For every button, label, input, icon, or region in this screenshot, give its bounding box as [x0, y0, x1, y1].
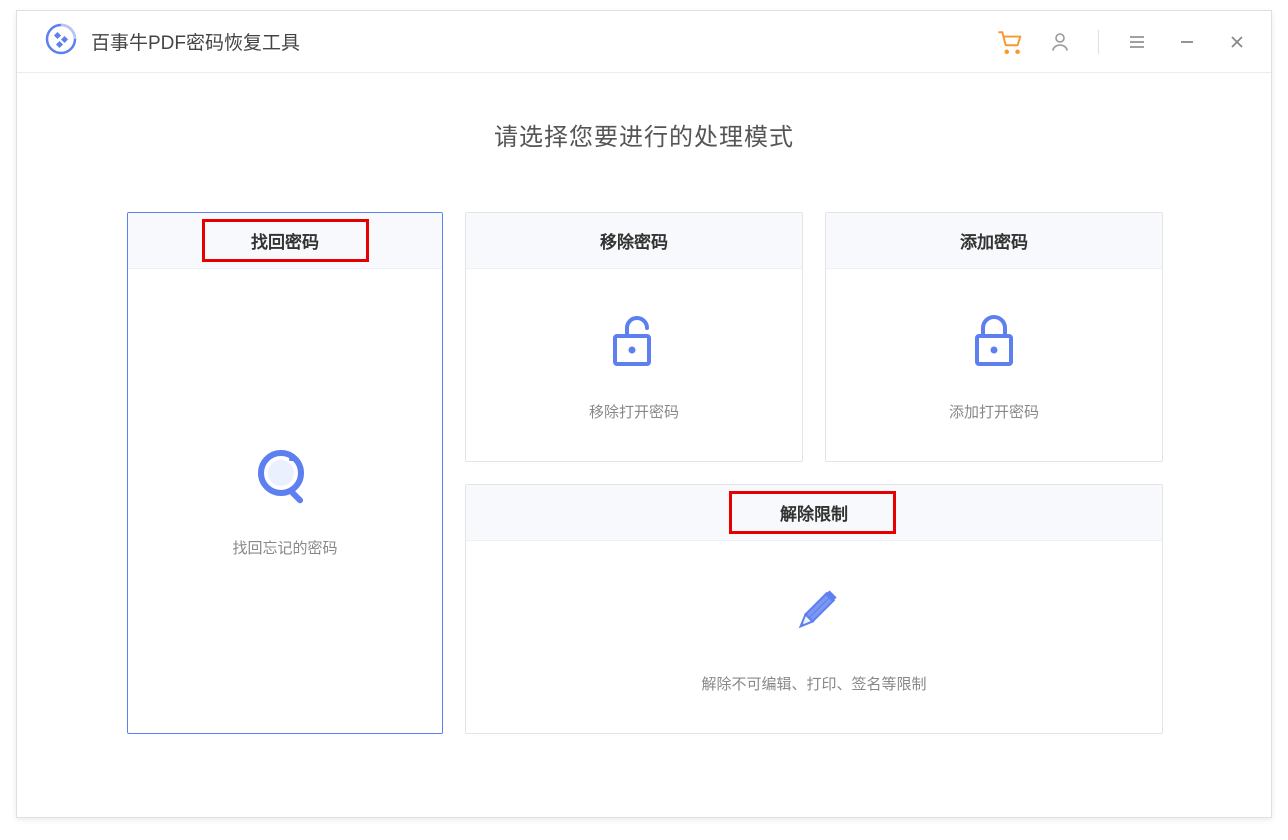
card-title: 解除限制 [780, 500, 848, 525]
close-button[interactable] [1223, 28, 1251, 56]
card-title: 添加密码 [960, 228, 1028, 253]
app-window: 百事牛PDF密码恢复工具 [16, 10, 1272, 818]
card-desc: 添加打开密码 [949, 401, 1039, 422]
titlebar-controls [996, 28, 1251, 56]
mode-grid: 找回密码 找回忘记的密码 [127, 212, 1161, 734]
search-icon [253, 445, 317, 509]
unlock-icon [607, 309, 661, 373]
card-header-remove: 移除密码 [466, 213, 802, 269]
user-icon[interactable] [1046, 28, 1074, 56]
card-title: 找回密码 [251, 228, 319, 253]
app-logo-icon [45, 23, 77, 60]
separator [1098, 30, 1099, 54]
card-header-add: 添加密码 [826, 213, 1162, 269]
app-title: 百事牛PDF密码恢复工具 [91, 28, 300, 55]
card-body: 移除打开密码 [466, 269, 802, 461]
menu-icon[interactable] [1123, 28, 1151, 56]
card-remove-password[interactable]: 移除密码 移除打开密码 [465, 212, 803, 462]
card-title: 移除密码 [600, 228, 668, 253]
card-body: 找回忘记的密码 [128, 269, 442, 733]
card-remove-restriction[interactable]: 解除限制 [465, 484, 1163, 734]
app-logo-group: 百事牛PDF密码恢复工具 [45, 23, 300, 60]
card-header-unlock: 解除限制 [466, 485, 1162, 541]
card-body: 解除不可编辑、打印、签名等限制 [466, 541, 1162, 733]
card-desc: 解除不可编辑、打印、签名等限制 [701, 673, 926, 694]
cart-icon[interactable] [996, 28, 1024, 56]
card-header-recover: 找回密码 [128, 213, 442, 269]
card-desc: 移除打开密码 [589, 401, 679, 422]
card-desc: 找回忘记的密码 [232, 537, 337, 558]
titlebar: 百事牛PDF密码恢复工具 [17, 11, 1271, 73]
card-body: 添加打开密码 [826, 269, 1162, 461]
page-heading: 请选择您要进行的处理模式 [17, 117, 1271, 152]
pencil-icon [785, 581, 843, 645]
main-content: 请选择您要进行的处理模式 找回密码 [17, 73, 1271, 817]
card-add-password[interactable]: 添加密码 添加打开密码 [825, 212, 1163, 462]
card-recover-password[interactable]: 找回密码 找回忘记的密码 [127, 212, 443, 734]
lock-icon [969, 309, 1019, 373]
minimize-button[interactable] [1173, 28, 1201, 56]
